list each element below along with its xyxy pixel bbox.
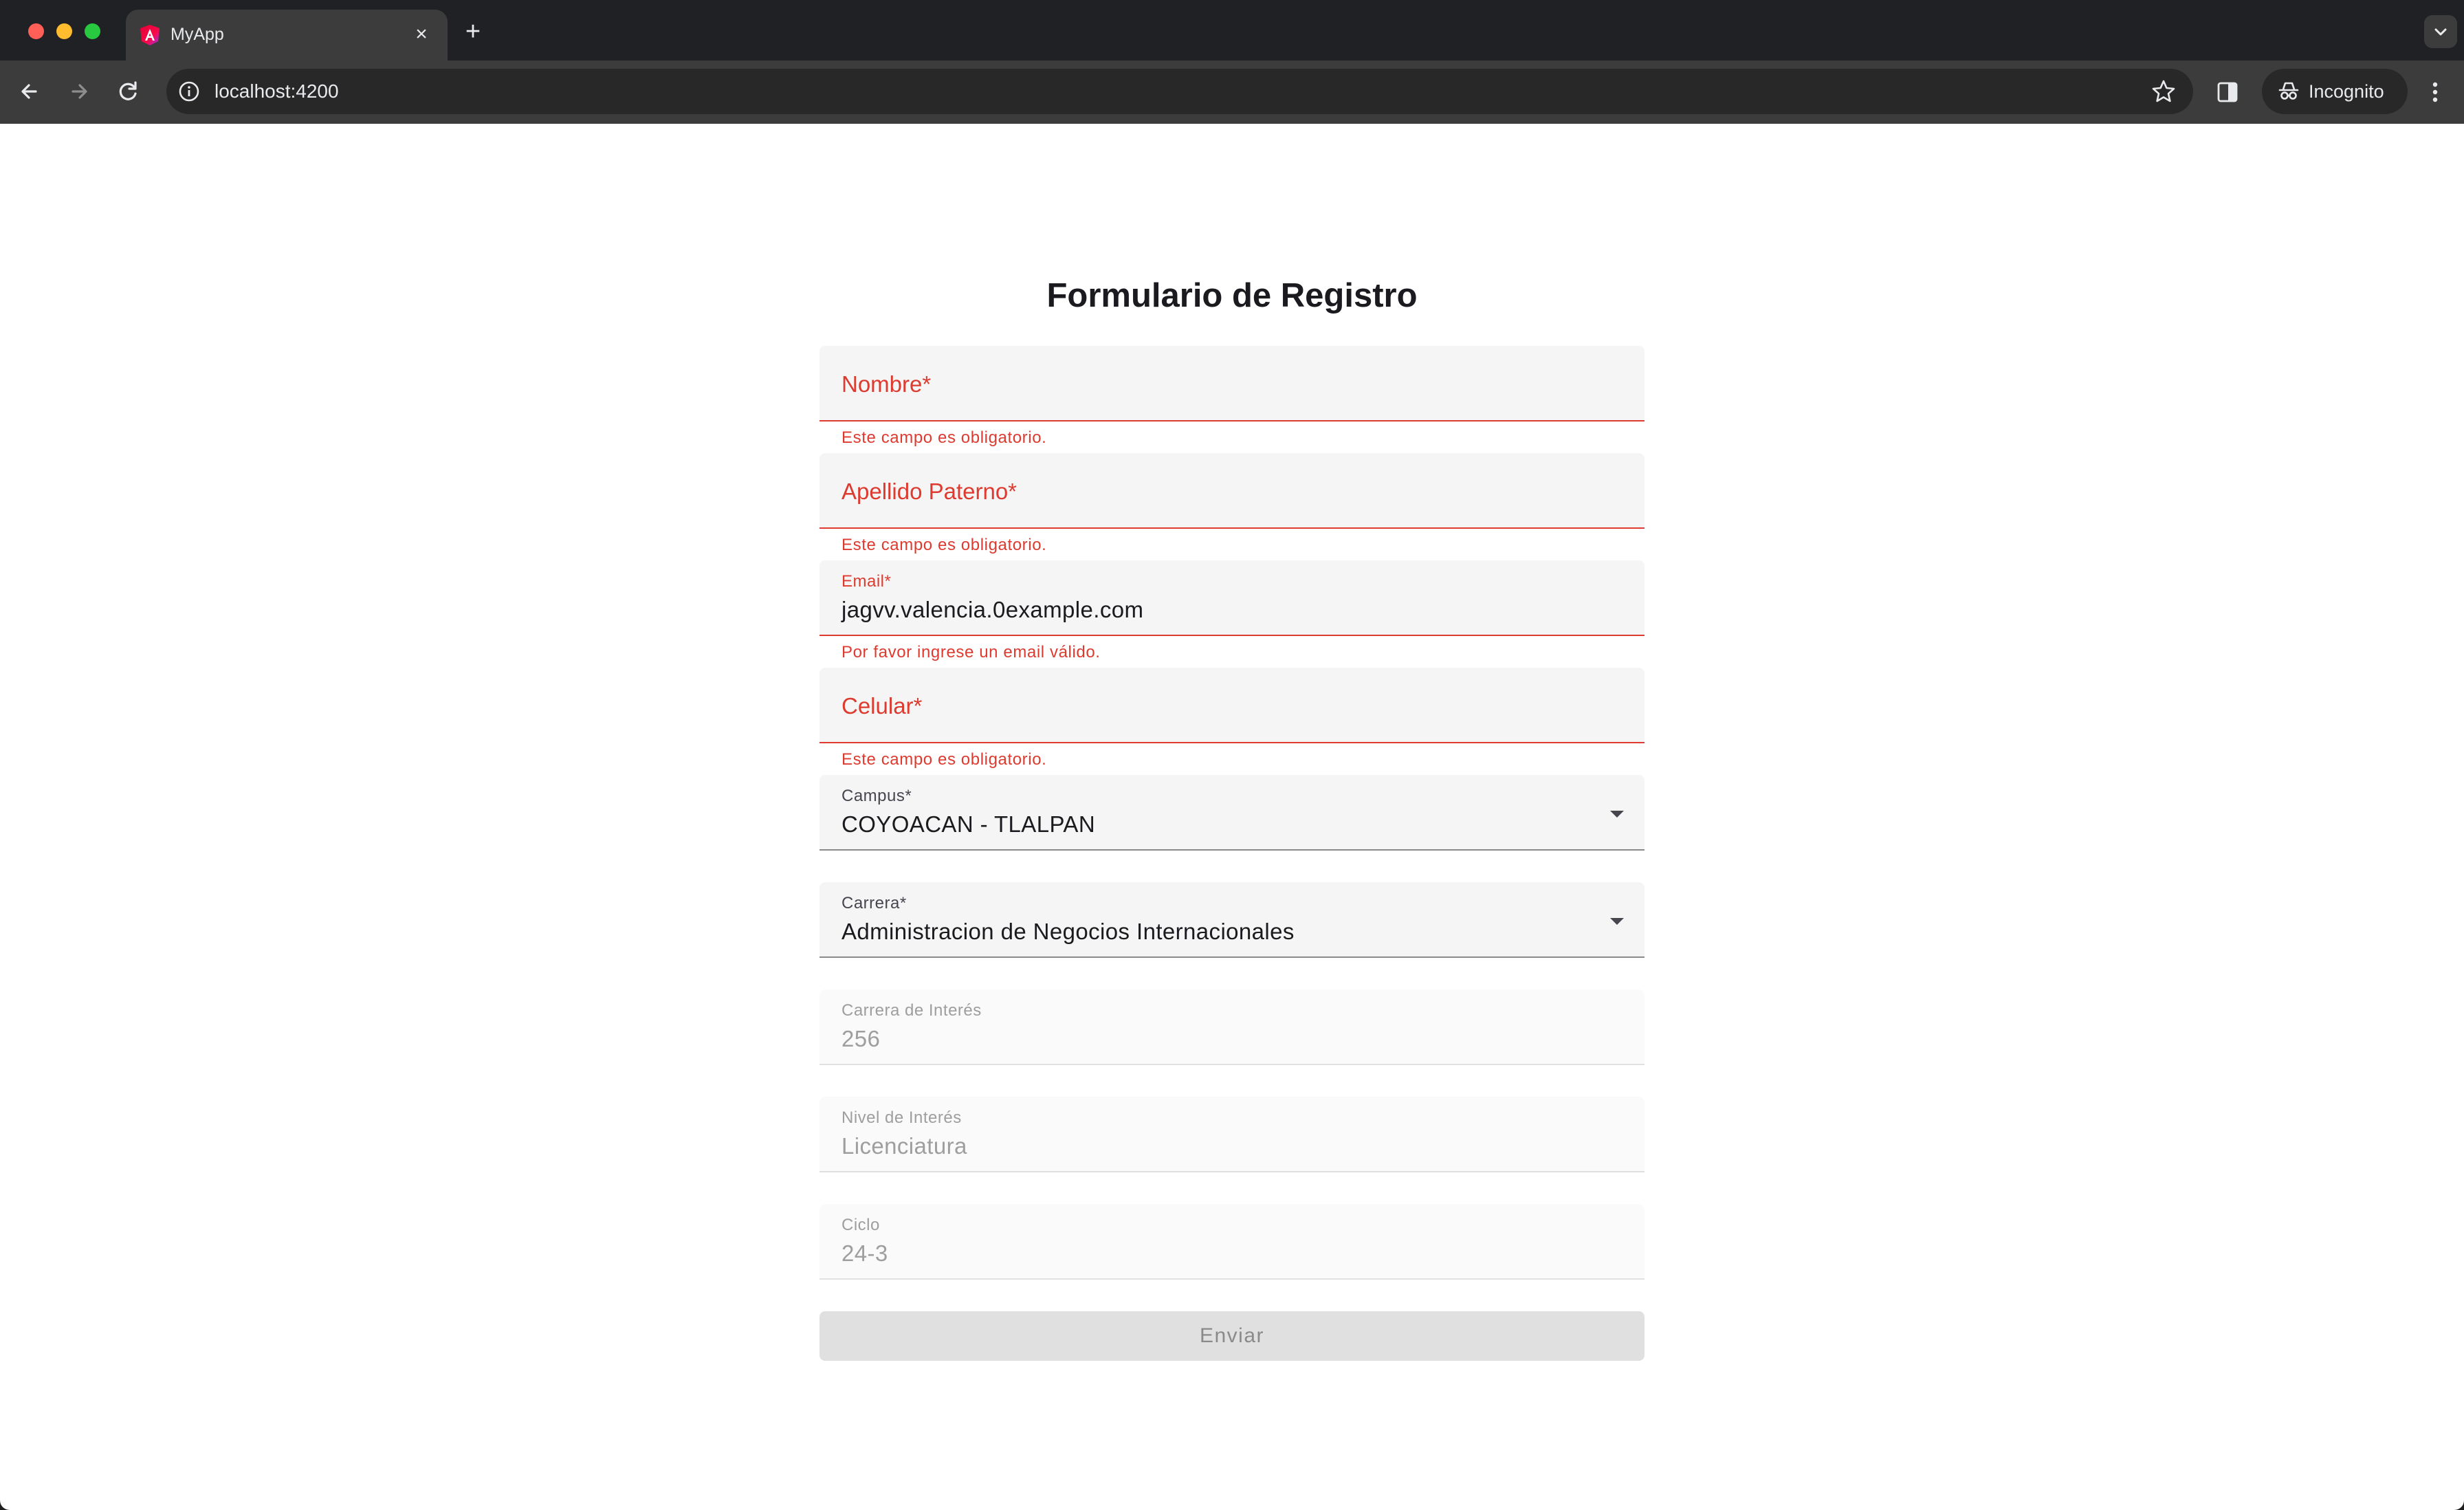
site-info-icon[interactable] bbox=[177, 80, 201, 103]
celular-field[interactable]: Celular* bbox=[820, 668, 1644, 743]
apellido-paterno-field[interactable]: Apellido Paterno* bbox=[820, 453, 1644, 529]
apellido-paterno-label: Apellido Paterno* bbox=[842, 479, 1018, 504]
email-label: Email* bbox=[842, 572, 892, 591]
nivel-interes-label: Nivel de Interés bbox=[842, 1108, 962, 1127]
celular-label: Celular* bbox=[842, 693, 923, 719]
forward-arrow-icon[interactable] bbox=[62, 74, 96, 109]
ciclo-label: Ciclo bbox=[842, 1216, 880, 1234]
carrera-interes-value: 256 bbox=[842, 1026, 881, 1051]
page-content: Formulario de Registro Nombre* Este camp… bbox=[0, 124, 2464, 1510]
reload-icon[interactable] bbox=[111, 74, 146, 109]
more-options-icon[interactable] bbox=[2420, 76, 2450, 109]
browser-chrome: MyApp × + localhost:4200 Incognito bbox=[0, 0, 2464, 124]
address-bar[interactable]: localhost:4200 bbox=[166, 69, 2193, 114]
form-title: Formulario de Registro bbox=[1046, 277, 1418, 314]
side-panel-icon[interactable] bbox=[2212, 77, 2243, 107]
enviar-button[interactable]: Enviar bbox=[820, 1311, 1644, 1361]
nombre-error: Este campo es obligatorio. bbox=[842, 428, 1047, 447]
bookmark-star-icon[interactable] bbox=[2150, 78, 2177, 105]
tab-search-button[interactable] bbox=[2424, 15, 2457, 48]
back-arrow-icon[interactable] bbox=[12, 74, 47, 109]
close-window-button[interactable] bbox=[28, 23, 44, 39]
ciclo-field: Ciclo 24-3 bbox=[820, 1204, 1644, 1280]
campus-value: COYOACAN - TLALPAN bbox=[842, 811, 1096, 837]
nivel-interes-value: Licenciatura bbox=[842, 1133, 967, 1159]
chevron-down-icon bbox=[2434, 28, 2447, 36]
email-input[interactable]: jagvv.valencia.0example.com bbox=[842, 596, 1598, 624]
dropdown-arrow-icon[interactable] bbox=[1610, 918, 1624, 925]
url-text: localhost:4200 bbox=[214, 80, 339, 102]
apellido-paterno-error: Este campo es obligatorio. bbox=[842, 536, 1047, 554]
nombre-label: Nombre* bbox=[842, 371, 932, 397]
campus-label: Campus* bbox=[842, 787, 912, 805]
dropdown-arrow-icon[interactable] bbox=[1610, 811, 1624, 818]
email-error: Por favor ingrese un email válido. bbox=[842, 643, 1101, 661]
new-tab-icon[interactable]: + bbox=[459, 18, 487, 45]
incognito-icon bbox=[2277, 80, 2300, 103]
maximize-window-button[interactable] bbox=[85, 23, 100, 39]
incognito-profile-button[interactable]: Incognito bbox=[2262, 69, 2408, 114]
ciclo-value: 24-3 bbox=[842, 1240, 888, 1266]
browser-toolbar: localhost:4200 Incognito bbox=[0, 61, 2464, 124]
browser-tab[interactable]: MyApp × bbox=[126, 10, 448, 61]
carrera-interes-field: Carrera de Interés 256 bbox=[820, 989, 1644, 1065]
nivel-interes-field: Nivel de Interés Licenciatura bbox=[820, 1097, 1644, 1172]
campus-select[interactable]: Campus* COYOACAN - TLALPAN bbox=[820, 775, 1644, 851]
carrera-interes-label: Carrera de Interés bbox=[842, 1001, 982, 1020]
tab-strip: MyApp × + bbox=[0, 0, 2464, 61]
minimize-window-button[interactable] bbox=[56, 23, 72, 39]
carrera-select[interactable]: Carrera* Administracion de Negocios Inte… bbox=[820, 882, 1644, 958]
close-tab-icon[interactable]: × bbox=[409, 22, 434, 47]
tab-title: MyApp bbox=[170, 25, 224, 44]
angular-logo-icon bbox=[138, 23, 162, 47]
celular-error: Este campo es obligatorio. bbox=[842, 750, 1047, 769]
carrera-label: Carrera* bbox=[842, 894, 907, 912]
incognito-label: Incognito bbox=[2309, 81, 2384, 102]
email-field[interactable]: Email* jagvv.valencia.0example.com bbox=[820, 560, 1644, 636]
carrera-value: Administracion de Negocios Internacional… bbox=[842, 919, 1295, 944]
nombre-field[interactable]: Nombre* bbox=[820, 346, 1644, 422]
